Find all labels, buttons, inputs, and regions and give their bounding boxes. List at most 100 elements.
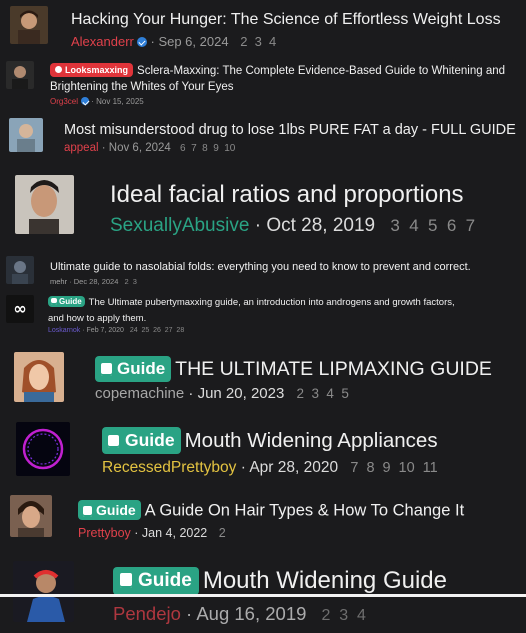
page-link[interactable]: 7 [191, 143, 197, 154]
meta-separator: · [249, 215, 267, 236]
prefix-badge[interactable]: Looksmaxxing [50, 63, 134, 77]
page-link[interactable]: 2 [297, 386, 305, 401]
thread-date[interactable]: Apr 28, 2020 [249, 459, 338, 476]
page-link[interactable]: 5 [341, 386, 349, 401]
thread-title[interactable]: THE ULTIMATE LIPMAXING GUIDE [175, 358, 492, 380]
thread-author[interactable]: SexuallyAbusive [110, 215, 249, 236]
page-link[interactable]: 3 [255, 34, 262, 49]
prefix-badge[interactable]: Guide [78, 500, 141, 520]
guide-book-icon [51, 298, 57, 306]
page-link[interactable]: 6 [447, 216, 456, 235]
page-link[interactable]: 8 [202, 143, 208, 154]
thread-title[interactable]: A Guide On Hair Types & How To Change It [145, 501, 464, 519]
thread-author[interactable]: Prettyboy [78, 526, 131, 540]
page-link[interactable]: 4 [326, 386, 334, 401]
thread-date[interactable]: Jun 20, 2023 [198, 385, 285, 402]
page-links: 24 25 26 27 28 [130, 327, 188, 334]
thread-author[interactable]: Org3cel [50, 97, 78, 106]
page-link[interactable]: 4 [409, 216, 418, 235]
page-link[interactable]: 28 [176, 327, 184, 334]
thread-title[interactable]: Mouth Widening Appliances [185, 429, 438, 452]
page-links: 234 [240, 34, 283, 49]
thread-date[interactable]: Jan 4, 2022 [142, 526, 207, 540]
page-link[interactable]: 10 [224, 143, 235, 154]
page-link[interactable]: 26 [153, 327, 161, 334]
thread-date[interactable]: Dec 28, 2024 [74, 277, 119, 286]
avatar[interactable] [16, 422, 70, 476]
thread-title-continued[interactable]: and how to apply them. [48, 313, 146, 324]
page-link[interactable]: 27 [165, 327, 173, 334]
page-link[interactable]: 7 [466, 216, 475, 235]
thread-date[interactable]: Nov 6, 2024 [109, 142, 171, 154]
thread-date[interactable]: Sep 6, 2024 [158, 34, 228, 49]
avatar[interactable] [6, 256, 34, 284]
thread-author[interactable]: appeal [64, 142, 99, 154]
thread-title[interactable]: Sclera-Maxxing: The Complete Evidence-Ba… [137, 65, 505, 77]
page-links: 2345 [297, 386, 357, 401]
thread-date[interactable]: Oct 28, 2019 [266, 215, 375, 236]
thread-date[interactable]: Feb 7, 2020 [87, 327, 124, 334]
page-link[interactable]: 4 [269, 34, 276, 49]
page-link[interactable]: 8 [366, 460, 374, 476]
page-link[interactable]: 4 [357, 607, 366, 624]
avatar[interactable] [10, 6, 48, 44]
page-link[interactable]: 3 [339, 607, 348, 624]
avatar[interactable] [6, 61, 34, 89]
thread-title[interactable]: Ideal facial ratios and proportions [110, 181, 464, 208]
avatar[interactable]: ∞ [6, 295, 34, 323]
prefix-badge[interactable]: Guide [102, 427, 181, 454]
avatar[interactable] [15, 175, 74, 234]
thread-title-continued[interactable]: Brightening the Whites of Your Eyes [50, 81, 233, 93]
prefix-badge[interactable]: Guide [95, 356, 172, 382]
overlay-divider [0, 594, 526, 597]
page-link[interactable]: 9 [383, 460, 391, 476]
thread-author[interactable]: copemachine [95, 385, 184, 402]
page-link[interactable]: 9 [213, 143, 219, 154]
prefix-label: Guide [125, 430, 175, 450]
page-link[interactable]: 6 [180, 143, 186, 154]
meta-separator: · [67, 277, 74, 286]
prefix-label: Guide [117, 359, 166, 378]
guide-book-icon [120, 573, 132, 589]
avatar[interactable] [10, 495, 52, 537]
verified-icon [81, 96, 90, 105]
page-link[interactable]: 5 [428, 216, 437, 235]
thread-title[interactable]: Most misunderstood drug to lose 1lbs PUR… [64, 122, 516, 138]
page-link[interactable]: 25 [142, 327, 150, 334]
avatar[interactable] [13, 561, 74, 622]
thread-author[interactable]: Alexanderr [71, 34, 134, 49]
thread-author[interactable]: Pendejo [113, 603, 181, 624]
thread-title[interactable]: The Ultimate pubertymaxxing guide, an in… [89, 297, 455, 308]
avatar[interactable] [9, 118, 43, 152]
thread-title[interactable]: Ultimate guide to nasolabial folds: ever… [50, 261, 471, 273]
verified-icon [136, 36, 147, 47]
page-links: 2 [219, 526, 233, 540]
thread-date[interactable]: Nov 15, 2025 [96, 97, 144, 106]
page-links: 6 7 8 9 10 [180, 143, 241, 154]
thread-date[interactable]: Aug 16, 2019 [196, 603, 306, 624]
prefix-label: Guide [59, 297, 82, 306]
page-link[interactable]: 2 [240, 34, 247, 49]
page-link[interactable]: 2 [124, 277, 128, 286]
thread-title[interactable]: Mouth Widening Guide [203, 567, 447, 594]
prefix-badge[interactable]: Guide [113, 566, 199, 595]
page-links: 7 8 9 10 11 [350, 460, 445, 476]
prefix-badge[interactable]: Guide [48, 296, 85, 307]
page-link[interactable]: 2 [219, 526, 226, 540]
thread-author[interactable]: mehr [50, 277, 67, 286]
page-link[interactable]: 11 [423, 460, 438, 476]
page-link[interactable]: 24 [130, 327, 138, 334]
page-link[interactable]: 2 [322, 607, 331, 624]
avatar[interactable] [14, 352, 64, 402]
page-link[interactable]: 7 [350, 460, 358, 476]
page-links: 23 [124, 277, 141, 286]
page-link[interactable]: 3 [390, 216, 399, 235]
prefix-icon [55, 66, 62, 74]
page-link[interactable]: 3 [133, 277, 137, 286]
prefix-label: Looksmaxxing [65, 65, 129, 75]
thread-author[interactable]: RecessedPrettyboy [102, 459, 236, 476]
thread-author[interactable]: Loskarnok [48, 327, 80, 334]
page-link[interactable]: 10 [399, 460, 415, 476]
thread-title[interactable]: Hacking Your Hunger: The Science of Effo… [71, 11, 501, 28]
page-link[interactable]: 3 [311, 386, 319, 401]
